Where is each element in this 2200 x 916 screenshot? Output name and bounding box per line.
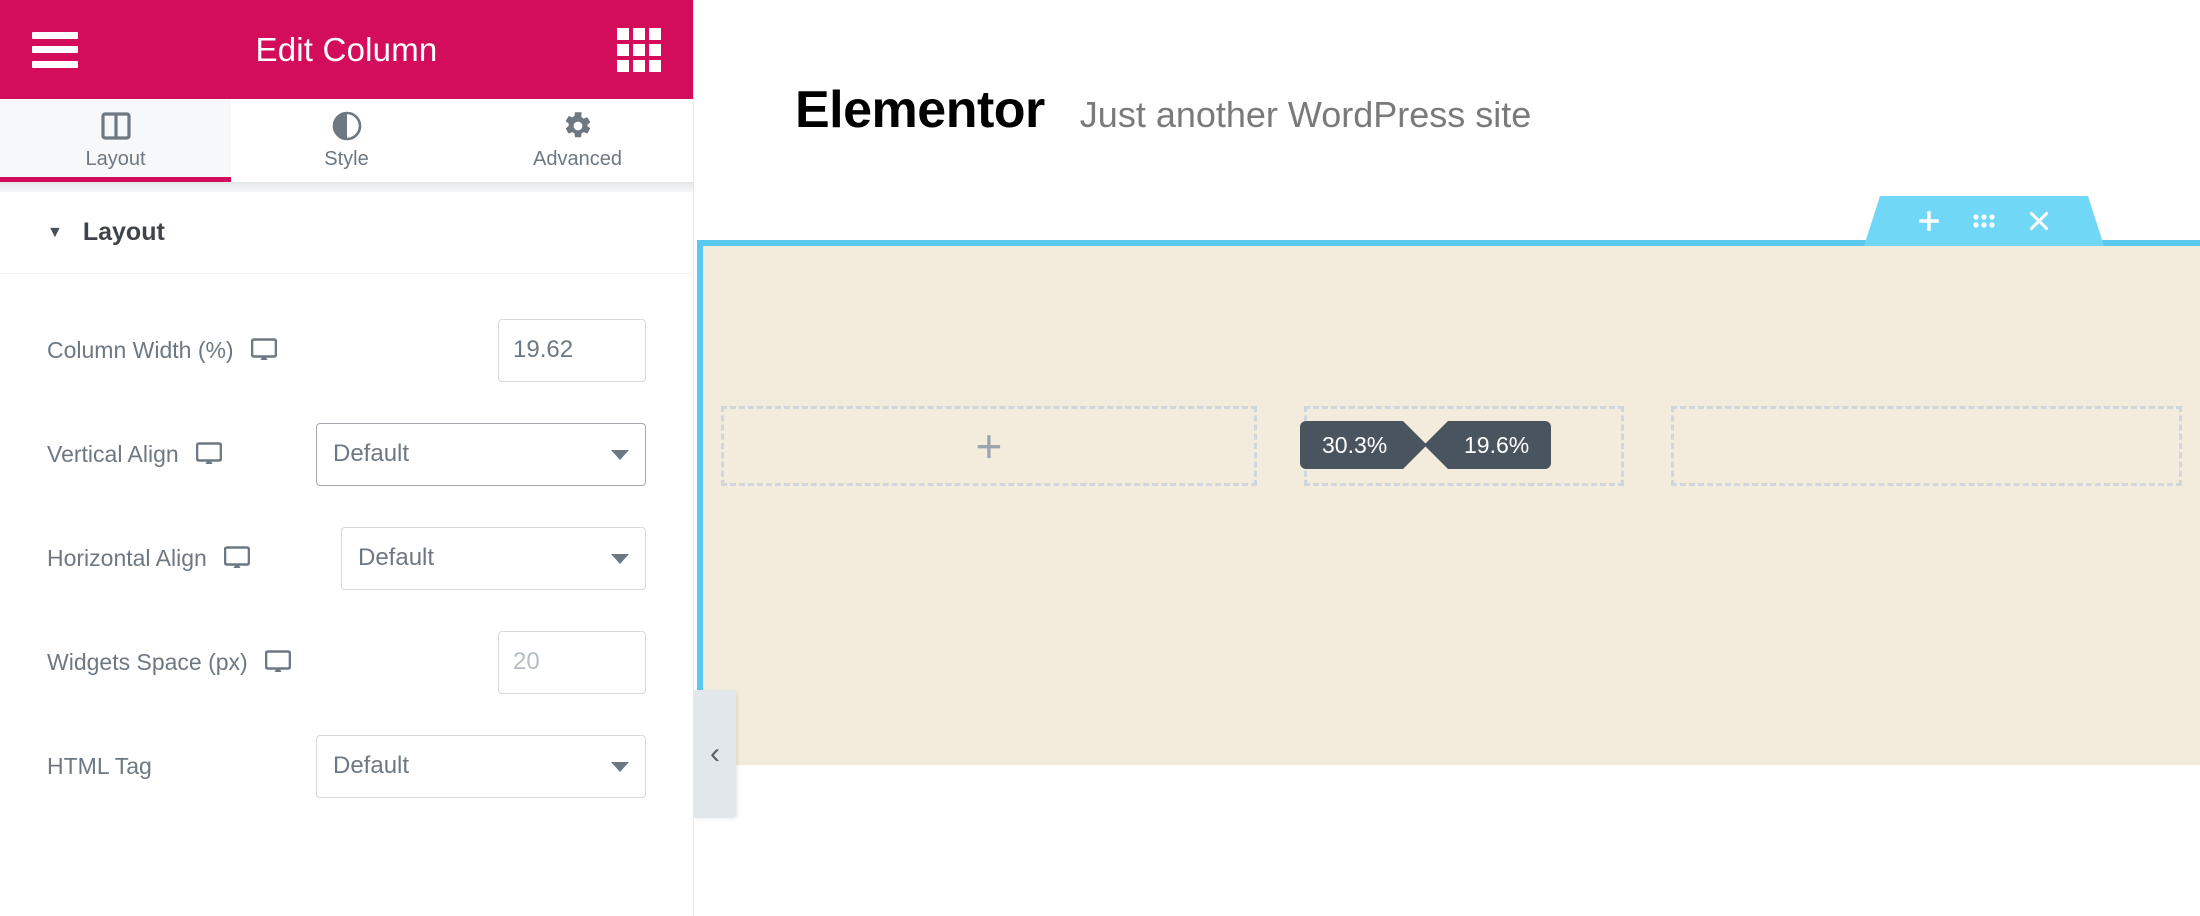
control-html-tag-label: HTML Tag (47, 752, 152, 779)
desktop-monitor-icon[interactable] (264, 650, 291, 674)
chevron-down-icon (611, 762, 629, 772)
site-title: Elementor (795, 81, 1045, 139)
control-column-width: Column Width (%) (0, 298, 693, 402)
caret-down-icon: ▼ (47, 223, 63, 241)
elementor-editor: Edit Column Layout Style Advanced ▼ Layo… (0, 0, 2200, 916)
control-widgets-space-field (498, 630, 646, 694)
desktop-monitor-icon[interactable] (250, 338, 277, 362)
resize-badge-left-value: 30.3% (1322, 431, 1388, 458)
horizontal-align-value: Default (358, 544, 435, 571)
section-toolbar (1864, 196, 2104, 246)
html-tag-select[interactable]: Default (316, 734, 646, 798)
control-horizontal-align: Horizontal Align Default (0, 506, 693, 610)
column-1[interactable]: + (721, 406, 1257, 486)
hamburger-icon[interactable] (32, 31, 78, 68)
html-tag-value: Default (333, 752, 410, 779)
desktop-monitor-icon[interactable] (195, 442, 222, 466)
vertical-align-select[interactable]: Default (316, 422, 646, 486)
control-vertical-align-field: Default (316, 422, 646, 486)
tab-style-label: Style (324, 147, 369, 170)
layout-controls: Column Width (%) Vertical Align (0, 274, 693, 818)
panel-tabs: Layout Style Advanced (0, 99, 693, 182)
horizontal-align-select[interactable]: Default (341, 526, 646, 590)
control-vertical-align-label: Vertical Align (47, 440, 179, 467)
tab-layout-label: Layout (85, 147, 146, 170)
control-horizontal-align-field: Default (341, 526, 646, 590)
plus-icon[interactable] (1916, 208, 1942, 234)
tab-layout[interactable]: Layout (0, 99, 231, 182)
close-x-icon[interactable] (2026, 208, 2052, 234)
control-widgets-space: Widgets Space (px) (0, 610, 693, 714)
panel-title: Edit Column (255, 30, 438, 68)
contrast-half-circle-icon (332, 111, 362, 141)
resize-badge-right-value: 19.6% (1464, 431, 1530, 458)
control-widgets-space-label: Widgets Space (px) (47, 648, 248, 675)
tab-style[interactable]: Style (231, 99, 462, 182)
control-vertical-align: Vertical Align Default (0, 402, 693, 506)
six-dots-drag-icon[interactable] (1972, 211, 1996, 231)
layout-section-header[interactable]: ▼ Layout (0, 192, 693, 274)
grid-apps-icon[interactable] (617, 27, 661, 72)
desktop-monitor-icon[interactable] (223, 546, 250, 570)
layout-section-label: Layout (82, 218, 165, 246)
section-wrapper: + + 30.3% 19.6% (694, 196, 2200, 765)
panel-collapse-handle[interactable]: ‹ (694, 690, 736, 818)
resize-badge-left[interactable]: 30.3% (1300, 421, 1428, 469)
tab-advanced[interactable]: Advanced (462, 99, 693, 182)
column-width-input[interactable] (498, 318, 646, 382)
vertical-align-value: Default (333, 440, 410, 467)
section-element[interactable]: + + 30.3% 19.6% (697, 196, 2200, 765)
editor-panel: Edit Column Layout Style Advanced ▼ Layo… (0, 0, 694, 916)
gear-icon (563, 111, 593, 141)
control-column-width-field (498, 318, 646, 382)
preview-canvas: Elementor Just another WordPress site + … (694, 0, 2200, 916)
column-gap-2 (1624, 406, 1671, 486)
column-gap (1257, 406, 1304, 486)
chevron-down-icon (611, 450, 629, 460)
tabs-divider (0, 182, 693, 192)
chevron-left-icon: ‹ (710, 737, 720, 770)
resize-badge-right[interactable]: 19.6% (1423, 421, 1552, 469)
chevron-down-icon (611, 554, 629, 564)
control-html-tag: HTML Tag Default (0, 714, 693, 818)
plus-icon[interactable]: + (975, 423, 1002, 469)
site-tagline: Just another WordPress site (1079, 94, 1532, 135)
tab-advanced-label: Advanced (533, 147, 622, 170)
columns-layout-icon (100, 111, 131, 141)
column-3[interactable] (1670, 406, 2183, 486)
panel-header: Edit Column (0, 0, 693, 99)
widgets-space-input[interactable] (498, 630, 646, 694)
control-column-width-label: Column Width (%) (47, 336, 234, 363)
control-html-tag-field: Default (316, 734, 646, 798)
control-horizontal-align-label: Horizontal Align (47, 544, 207, 571)
